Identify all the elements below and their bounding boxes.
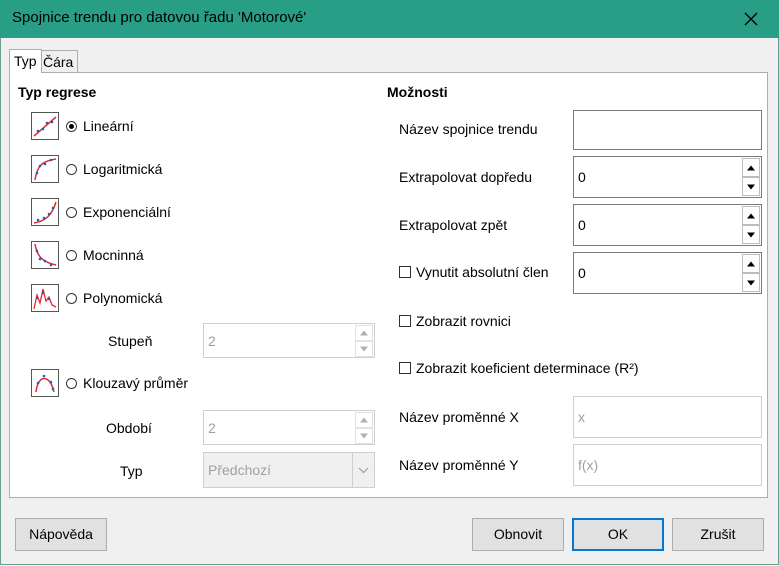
y-variable-label: Název proměnné Y xyxy=(399,457,519,473)
label-power[interactable]: Mocninná xyxy=(83,247,144,263)
label-exponential[interactable]: Exponenciální xyxy=(83,204,171,220)
degree-down-button xyxy=(355,341,373,357)
trendline-name-label: Název spojnice trendu xyxy=(399,121,538,137)
extrapolate-forward-label: Extrapolovat dopředu xyxy=(399,169,533,185)
power-thumbnail-icon[interactable] xyxy=(31,241,59,269)
radio-logarithmic[interactable] xyxy=(66,164,77,175)
tab-typ[interactable]: Typ xyxy=(9,49,42,73)
extrapolate-backward-label: Extrapolovat zpět xyxy=(399,217,508,233)
extrapolate-forward-down-button[interactable] xyxy=(742,177,760,196)
label-polynomial[interactable]: Polynomická xyxy=(83,290,162,306)
type-value: Předchozí xyxy=(208,462,272,478)
tab-cara[interactable]: Čára xyxy=(38,50,79,72)
regression-heading: Typ regrese xyxy=(18,84,97,100)
label-logarithmic[interactable]: Logaritmická xyxy=(83,161,162,177)
period-down-button xyxy=(355,428,373,444)
radio-polynomial[interactable] xyxy=(66,293,77,304)
help-button[interactable]: Nápověda xyxy=(15,518,107,551)
moving-average-thumbnail-icon[interactable] xyxy=(31,369,59,397)
x-variable-label: Název proměnné X xyxy=(399,409,519,425)
ok-button[interactable]: OK xyxy=(572,518,664,551)
radio-linear[interactable] xyxy=(66,121,77,132)
y-variable-value: f(x) xyxy=(578,457,599,473)
radio-moving-average[interactable] xyxy=(66,378,77,389)
logarithmic-thumbnail-icon[interactable] xyxy=(31,155,59,183)
close-icon[interactable] xyxy=(738,6,764,32)
x-variable-input: x xyxy=(573,396,762,438)
period-spinfield: 2 xyxy=(203,410,375,445)
radio-exponential[interactable] xyxy=(66,207,77,218)
force-intercept-down-button[interactable] xyxy=(742,273,760,292)
force-intercept-label[interactable]: Vynutit absolutní člen xyxy=(416,264,549,280)
force-intercept-spinfield[interactable]: 0 xyxy=(573,252,762,294)
extrapolate-forward-up-button[interactable] xyxy=(742,158,760,177)
options-heading: Možnosti xyxy=(387,84,448,100)
period-up-button xyxy=(355,412,373,428)
cancel-button[interactable]: Zrušit xyxy=(672,518,764,551)
extrapolate-backward-spinfield[interactable]: 0 xyxy=(573,204,762,246)
force-intercept-checkbox[interactable] xyxy=(399,266,411,278)
show-equation-label[interactable]: Zobrazit rovnici xyxy=(416,313,511,329)
force-intercept-up-button[interactable] xyxy=(742,254,760,273)
window-title: Spojnice trendu pro datovou řadu 'Motoro… xyxy=(12,9,307,26)
degree-spinfield: 2 xyxy=(203,323,375,358)
degree-label: Stupeň xyxy=(108,333,153,349)
show-equation-checkbox[interactable] xyxy=(399,315,411,327)
force-intercept-value: 0 xyxy=(578,265,586,281)
extrapolate-forward-value: 0 xyxy=(578,169,586,185)
label-linear[interactable]: Lineární xyxy=(83,118,134,134)
show-r2-checkbox[interactable] xyxy=(399,362,411,374)
linear-thumbnail-icon[interactable] xyxy=(31,112,59,140)
polynomial-thumbnail-icon[interactable] xyxy=(31,284,59,312)
degree-up-button xyxy=(355,325,373,341)
show-r2-label[interactable]: Zobrazit koeficient determinace (R²) xyxy=(416,360,639,376)
exponential-thumbnail-icon[interactable] xyxy=(31,198,59,226)
trendline-name-input[interactable] xyxy=(573,110,762,150)
extrapolate-backward-down-button[interactable] xyxy=(742,225,760,244)
type-label: Typ xyxy=(120,463,143,479)
period-label: Období xyxy=(106,420,152,436)
label-moving-average[interactable]: Klouzavý průměr xyxy=(83,375,188,391)
type-select: Předchozí xyxy=(203,452,375,488)
degree-value: 2 xyxy=(208,332,216,349)
chevron-down-icon xyxy=(352,453,374,487)
period-value: 2 xyxy=(208,419,216,436)
reset-button[interactable]: Obnovit xyxy=(472,518,564,551)
y-variable-input: f(x) xyxy=(573,444,762,486)
x-variable-value: x xyxy=(578,409,585,425)
extrapolate-backward-value: 0 xyxy=(578,217,586,233)
radio-power[interactable] xyxy=(66,250,77,261)
extrapolate-backward-up-button[interactable] xyxy=(742,206,760,225)
extrapolate-forward-spinfield[interactable]: 0 xyxy=(573,156,762,198)
